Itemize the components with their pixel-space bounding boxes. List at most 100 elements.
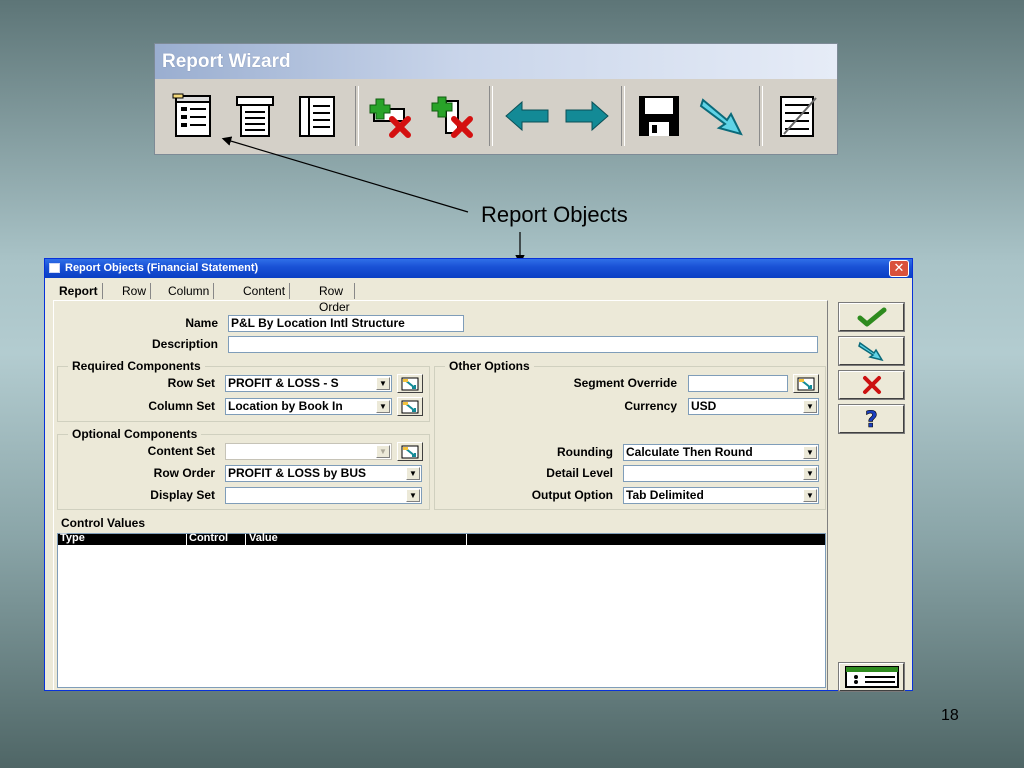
run-button[interactable] xyxy=(838,336,905,366)
column-divider xyxy=(466,534,467,545)
report-layout-button[interactable] xyxy=(227,85,282,147)
content-set-lookup-button[interactable] xyxy=(397,442,423,461)
add-row-delete-button[interactable] xyxy=(363,85,418,147)
toolbar-separator xyxy=(621,86,625,146)
tab-report[interactable]: Report xyxy=(55,283,103,299)
dialog-titlebar: Report Objects (Financial Statement) ✕ xyxy=(45,259,912,278)
lookup-icon xyxy=(401,377,419,390)
report-notes-button[interactable] xyxy=(769,85,824,147)
tab-content[interactable]: Content xyxy=(239,283,291,299)
description-field[interactable] xyxy=(228,336,818,353)
toolbar-separator xyxy=(489,86,493,146)
row-set-lookup-button[interactable] xyxy=(397,374,423,393)
report-objects-button[interactable] xyxy=(165,85,220,147)
column-set-lookup-button[interactable] xyxy=(397,397,423,416)
chevron-down-icon[interactable]: ▼ xyxy=(376,377,390,390)
report-document-button[interactable] xyxy=(289,85,344,147)
ok-button[interactable] xyxy=(838,302,905,332)
output-option-label: Output Option xyxy=(531,488,613,502)
report-objects-icon xyxy=(172,93,211,137)
column-divider xyxy=(245,534,246,545)
next-button[interactable] xyxy=(559,85,614,147)
chevron-down-icon[interactable]: ▼ xyxy=(803,489,817,502)
arrow-right-icon xyxy=(565,100,609,132)
tab-column[interactable]: Column xyxy=(164,283,215,299)
tab-row-order[interactable]: Row Order xyxy=(315,283,355,314)
cancel-button[interactable] xyxy=(838,370,905,400)
grid-view-button[interactable] xyxy=(838,662,905,692)
help-question-icon: ? xyxy=(864,408,878,431)
row-order-select[interactable]: PROFIT & LOSS by BUS ▼ xyxy=(225,465,422,482)
add-column-delete-button[interactable] xyxy=(425,85,480,147)
rounding-select[interactable]: Calculate Then Round ▼ xyxy=(623,444,819,461)
segment-override-label: Segment Override xyxy=(573,376,677,390)
detail-level-label: Detail Level xyxy=(546,466,613,480)
lookup-icon xyxy=(797,377,815,390)
report-document-icon xyxy=(298,96,335,137)
control-values-grid[interactable]: Type Control Value xyxy=(57,532,826,688)
run-arrow-icon xyxy=(857,341,884,362)
display-set-select[interactable]: ▼ xyxy=(225,487,422,504)
chevron-down-icon[interactable]: ▼ xyxy=(803,446,817,459)
add-column-delete-icon xyxy=(431,96,473,138)
report-notes-icon xyxy=(779,96,817,137)
required-components-title: Required Components xyxy=(68,359,205,373)
name-label: Name xyxy=(185,316,218,330)
chevron-down-icon[interactable]: ▼ xyxy=(406,489,420,502)
chevron-down-icon[interactable]: ▼ xyxy=(803,400,817,413)
content-set-select[interactable]: ▼ xyxy=(225,443,392,460)
chevron-down-icon[interactable]: ▼ xyxy=(803,467,817,480)
output-option-select[interactable]: Tab Delimited ▼ xyxy=(623,487,819,504)
detail-level-select[interactable]: ▼ xyxy=(623,465,819,482)
page-number: 18 xyxy=(941,707,959,724)
output-option-value: Tab Delimited xyxy=(626,488,704,502)
column-header-value[interactable]: Value xyxy=(249,532,278,545)
dialog-title: Report Objects (Financial Statement) xyxy=(65,262,259,274)
column-set-select[interactable]: Location by Book In ▼ xyxy=(225,398,392,415)
other-options-title: Other Options xyxy=(445,359,534,373)
currency-select[interactable]: USD ▼ xyxy=(688,398,819,415)
grid-header: Type Control Value xyxy=(58,532,825,545)
currency-value: USD xyxy=(691,399,717,413)
save-disk-icon xyxy=(638,96,679,136)
optional-components-title: Optional Components xyxy=(68,427,202,441)
help-button[interactable]: ? xyxy=(838,404,905,434)
run-report-arrow-icon xyxy=(699,98,743,136)
svg-text:?: ? xyxy=(865,408,878,431)
lookup-icon xyxy=(401,445,419,458)
segment-override-lookup-button[interactable] xyxy=(793,374,819,393)
run-report-button[interactable] xyxy=(695,85,750,147)
name-field[interactable]: P&L By Location Intl Structure xyxy=(228,315,464,332)
save-button[interactable] xyxy=(631,85,686,147)
arrow-left-icon xyxy=(504,100,548,132)
close-button[interactable]: ✕ xyxy=(889,260,909,277)
add-row-delete-icon xyxy=(369,98,411,138)
segment-override-field[interactable] xyxy=(688,375,788,392)
display-set-label: Display Set xyxy=(150,488,215,502)
chevron-down-icon[interactable]: ▼ xyxy=(376,445,390,458)
row-set-value: PROFIT & LOSS - S xyxy=(228,376,339,390)
previous-button[interactable] xyxy=(499,85,554,147)
report-layout-icon xyxy=(235,96,274,137)
description-label: Description xyxy=(151,337,218,351)
rounding-value: Calculate Then Round xyxy=(626,445,753,459)
column-header-type[interactable]: Type xyxy=(60,532,85,545)
ok-check-icon xyxy=(857,307,886,327)
rounding-label: Rounding xyxy=(557,445,613,459)
control-values-title: Control Values xyxy=(61,516,146,530)
row-order-value: PROFIT & LOSS by BUS xyxy=(228,466,367,480)
toolbar-title: Report Wizard xyxy=(155,44,837,79)
chevron-down-icon[interactable]: ▼ xyxy=(376,400,390,413)
chevron-down-icon[interactable]: ▼ xyxy=(406,467,420,480)
row-set-label: Row Set xyxy=(167,376,215,390)
report-wizard-toolbar: Report Wizard xyxy=(154,43,838,155)
row-order-label: Row Order xyxy=(153,466,215,480)
annotation-label: Report Objects xyxy=(481,202,628,227)
tab-row[interactable]: Row xyxy=(118,283,152,299)
cancel-x-icon xyxy=(862,376,881,394)
currency-label: Currency xyxy=(624,399,677,413)
row-set-select[interactable]: PROFIT & LOSS - S ▼ xyxy=(225,375,392,392)
column-set-label: Column Set xyxy=(148,399,215,413)
column-header-control[interactable]: Control xyxy=(189,532,228,545)
grid-list-icon xyxy=(844,666,899,688)
